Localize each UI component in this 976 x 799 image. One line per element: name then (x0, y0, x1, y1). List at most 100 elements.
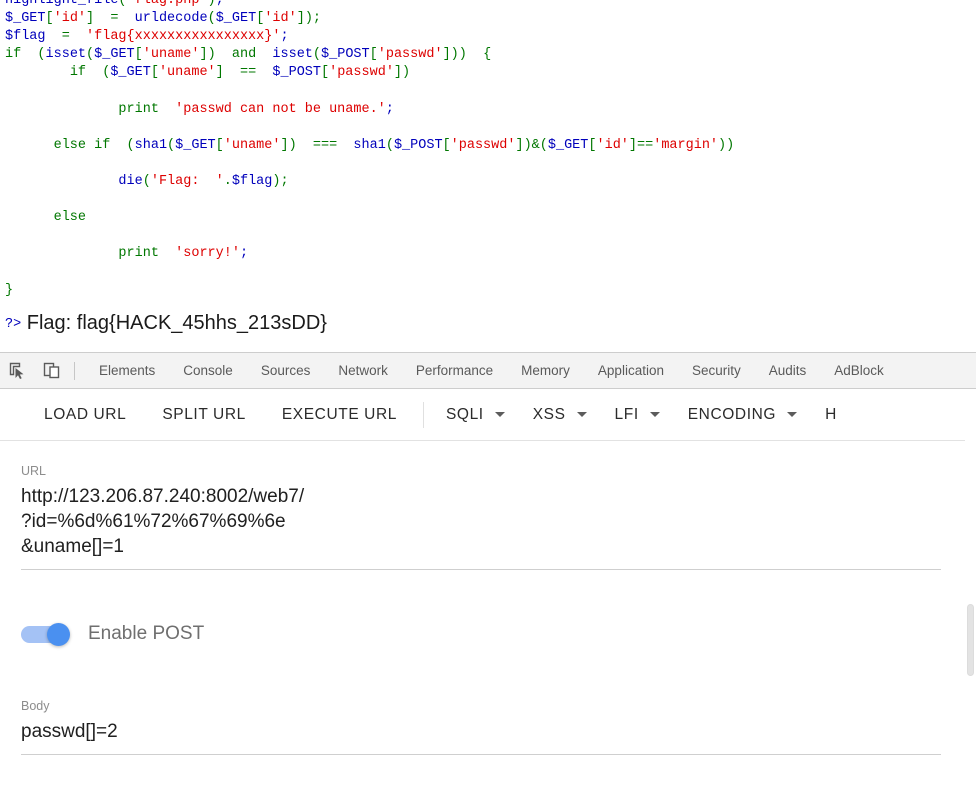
code-token: [ (442, 137, 451, 153)
code-token: ( (385, 137, 394, 153)
toggle-track (21, 622, 70, 646)
encoding-menu[interactable]: ENCODING (674, 395, 811, 435)
code-token: isset (45, 47, 87, 63)
code-token: 'id' (596, 137, 629, 153)
chevron-down-icon (494, 412, 505, 417)
code-line: } (0, 282, 734, 300)
code-token: )) (718, 137, 735, 153)
code-token: 'passwd' (329, 65, 394, 81)
url-field[interactable]: URL http://123.206.87.240:8002/web7/ ?id… (21, 464, 941, 570)
xss-menu[interactable]: XSS (519, 395, 601, 435)
enable-post-toggle[interactable]: Enable POST (21, 622, 205, 646)
devtools-tab-sources[interactable]: Sources (247, 353, 325, 389)
url-field-label: URL (21, 464, 47, 478)
code-token: ) (207, 0, 216, 8)
hackbar-scrollbar-track[interactable] (965, 389, 976, 799)
code-token: == (223, 65, 273, 81)
device-toolbar-icon[interactable] (34, 353, 68, 389)
code-token: ( (142, 173, 151, 189)
xss-menu-label: XSS (532, 405, 566, 423)
code-token: $_POST (321, 47, 370, 63)
body-input[interactable]: passwd[]=2 (21, 719, 941, 744)
code-token: ]) (199, 47, 216, 63)
code-token: ] (86, 11, 95, 27)
code-token: ); (272, 173, 289, 189)
load-url-button[interactable]: LOAD URL (26, 395, 144, 435)
code-token: [ (215, 137, 224, 153)
browser-page-content: highlight_file('flag.php'); $_GET['id'] =… (0, 0, 976, 352)
code-token: $_GET (110, 65, 151, 81)
hackbar-toolbar: LOAD URL SPLIT URL EXECUTE URL SQLI XSS … (0, 389, 976, 441)
devtools-separator (74, 361, 75, 380)
inspect-element-icon[interactable] (0, 353, 34, 389)
code-line: highlight_file('flag.php'); (0, 0, 734, 10)
chevron-down-icon (649, 412, 660, 417)
code-token: ( (312, 47, 322, 63)
hackbar-panel: LOAD URL SPLIT URL EXECUTE URL SQLI XSS … (0, 389, 976, 799)
code-token: = (94, 11, 135, 27)
code-token: ( (167, 137, 176, 153)
code-token: [ (134, 47, 143, 63)
devtools-tab-memory[interactable]: Memory (507, 353, 584, 389)
chevron-down-icon (576, 412, 587, 417)
chevron-down-icon (787, 412, 798, 417)
toggle-knob (47, 622, 70, 646)
code-token: if (5, 47, 22, 63)
lfi-menu-label: LFI (614, 405, 639, 423)
code-token: ] (215, 65, 224, 81)
code-token: ; (385, 101, 394, 117)
split-url-button[interactable]: SPLIT URL (144, 395, 264, 435)
devtools-tab-console[interactable]: Console (169, 353, 247, 389)
hackbar-scrollbar-thumb[interactable] (967, 604, 974, 676)
toolbar-divider (422, 401, 424, 428)
code-line: else if (sha1($_GET['uname']) === sha1($… (0, 137, 735, 155)
code-token: } (5, 282, 14, 298)
code-token: [ (321, 65, 330, 81)
devtools-tab-audits[interactable]: Audits (755, 353, 821, 389)
devtools-tab-adblock[interactable]: AdBlock (820, 353, 898, 389)
sqli-menu-label: SQLI (445, 405, 484, 423)
enable-post-label: Enable POST (88, 623, 205, 644)
body-field[interactable]: Body passwd[]=2 (21, 699, 941, 755)
code-token: ( (110, 137, 135, 153)
code-token: 'margin' (653, 137, 719, 153)
code-token: [ (45, 11, 54, 27)
code-token: ; (239, 246, 249, 262)
hashing-menu-truncated[interactable]: H (811, 395, 851, 435)
code-token: ( (86, 47, 95, 63)
code-token: ]== (628, 137, 654, 153)
code-token: ( (118, 0, 127, 8)
devtools-tab-application[interactable]: Application (584, 353, 678, 389)
devtools-tab-network[interactable]: Network (324, 353, 402, 389)
code-token: 'uname' (158, 65, 216, 81)
sqli-menu[interactable]: SQLI (432, 395, 519, 435)
hashing-menu-label: H (825, 405, 837, 423)
execute-url-button[interactable]: EXECUTE URL (264, 395, 415, 435)
code-token: $flag (5, 29, 46, 45)
url-input[interactable]: http://123.206.87.240:8002/web7/ ?id=%6d… (21, 484, 941, 559)
flag-output-line: ?> Flag: flag{HACK_45hhs_213sDD} (5, 312, 327, 335)
code-line: else (0, 209, 734, 227)
code-line: $flag = 'flag{xxxxxxxxxxxxxxxx}'; (0, 28, 734, 46)
code-token: else (53, 137, 87, 153)
devtools-tab-security[interactable]: Security (678, 353, 755, 389)
code-token: 'sorry!' (175, 246, 240, 262)
post-settings-row: Enable POST enctype application/x-www-fo… (0, 607, 976, 677)
devtools-tab-performance[interactable]: Performance (402, 353, 507, 389)
code-token: = (45, 29, 87, 45)
code-token: 'uname' (223, 137, 281, 153)
code-line: if ($_GET['uname'] == $_POST['passwd']) (0, 64, 734, 82)
code-token: ( (86, 65, 111, 81)
devtools-tab-elements[interactable]: Elements (85, 353, 169, 389)
code-token: $_GET (175, 137, 216, 153)
lfi-menu[interactable]: LFI (601, 395, 674, 435)
code-token: ; (215, 0, 224, 8)
code-token: ; (280, 29, 289, 45)
